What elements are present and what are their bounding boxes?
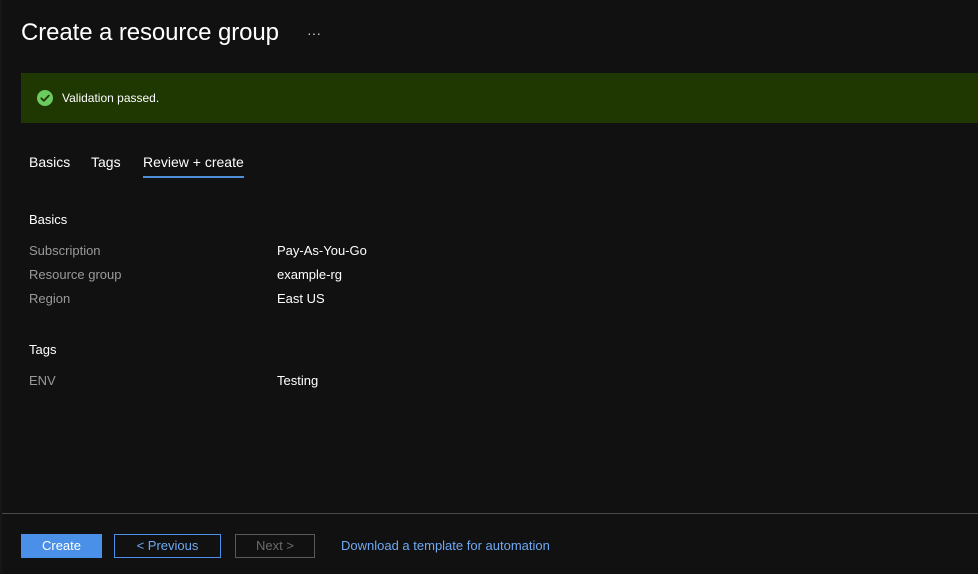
validation-message: Validation passed. xyxy=(62,91,160,105)
field-value-env: Testing xyxy=(277,373,319,388)
previous-button[interactable]: < Previous xyxy=(114,534,221,558)
field-value-subscription: Pay-As-You-Go xyxy=(277,243,367,258)
active-tab-indicator xyxy=(143,176,244,178)
more-options-button[interactable]: ··· xyxy=(304,20,324,46)
create-button[interactable]: Create xyxy=(21,534,102,558)
section-heading-basics: Basics xyxy=(29,212,68,227)
section-heading-tags: Tags xyxy=(29,342,57,357)
field-value-region: East US xyxy=(277,291,325,306)
field-value-resource-group: example-rg xyxy=(277,267,343,282)
footer-divider xyxy=(2,513,978,514)
tab-basics[interactable]: Basics xyxy=(29,153,70,171)
page-title: Create a resource group xyxy=(21,19,279,46)
validation-banner: Validation passed. xyxy=(21,73,978,123)
field-label-env: ENV xyxy=(29,373,56,388)
left-edge-border xyxy=(0,0,2,574)
field-label-region: Region xyxy=(29,291,71,306)
tab-tags[interactable]: Tags xyxy=(91,153,121,171)
field-label-subscription: Subscription xyxy=(29,243,101,258)
download-template-link[interactable]: Download a template for automation xyxy=(341,538,550,554)
field-label-resource-group: Resource group xyxy=(29,267,122,282)
check-circle-icon xyxy=(37,90,53,106)
tab-review-create[interactable]: Review + create xyxy=(143,153,244,171)
next-button[interactable]: Next > xyxy=(235,534,315,558)
